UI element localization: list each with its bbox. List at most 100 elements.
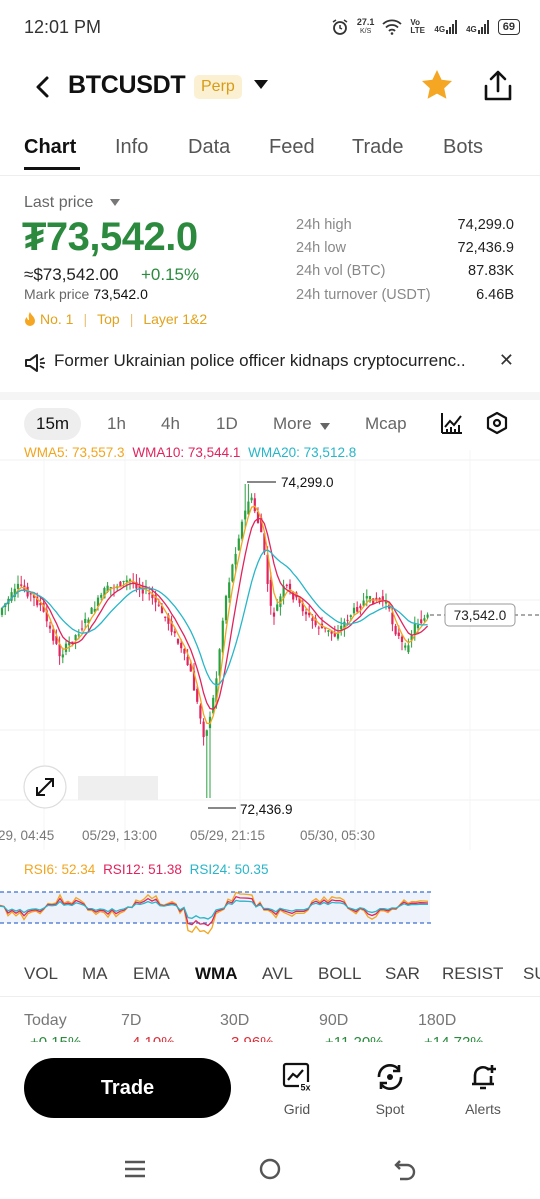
recents-icon[interactable] xyxy=(124,1158,146,1180)
spot-label: Spot xyxy=(375,1101,405,1117)
tab-trade[interactable]: Trade xyxy=(352,136,404,159)
news-ticker[interactable]: Former Ukrainian police officer kidnaps … xyxy=(24,350,520,376)
favorite-star-icon[interactable] xyxy=(420,68,454,102)
trade-button[interactable]: Trade xyxy=(24,1058,231,1118)
mark-price-value: 73,542.0 xyxy=(93,286,148,302)
indicator-resist[interactable]: RESIST xyxy=(442,964,503,984)
back-arrow-icon[interactable] xyxy=(28,72,58,102)
back-nav-icon[interactable] xyxy=(394,1157,416,1181)
wma-legend: WMA5: 73,557.3 WMA10: 73,544.1 WMA20: 73… xyxy=(24,445,356,460)
spot-swap-icon xyxy=(377,1064,403,1090)
candle-body xyxy=(20,584,23,586)
candle-body xyxy=(397,632,400,636)
x-axis-tick: 05/29, 21:15 xyxy=(190,828,265,843)
indicator-avl[interactable]: AVL xyxy=(262,964,293,984)
more-caret-icon[interactable] xyxy=(320,423,330,430)
active-tab-indicator xyxy=(24,167,80,170)
section-divider xyxy=(0,392,540,400)
wma10-line xyxy=(1,517,429,711)
tab-chart[interactable]: Chart xyxy=(24,136,76,159)
indicator-ma[interactable]: MA xyxy=(82,964,108,984)
main-tabs: Chart Info Data Feed Trade Bots xyxy=(0,132,540,174)
stat-24h-high-label: 24h high xyxy=(296,217,352,233)
battery-indicator: 69 xyxy=(497,19,520,35)
stat-24h-vol-value: 87.83K xyxy=(468,263,514,279)
indicator-sar[interactable]: SAR xyxy=(385,964,420,984)
rank-tag[interactable]: No. 1 xyxy=(24,311,73,327)
last-price-dropdown-icon[interactable] xyxy=(110,199,120,206)
candle-body xyxy=(400,636,404,642)
mark-price-label: Mark price xyxy=(24,286,90,302)
spot-button[interactable]: Spot xyxy=(355,1062,425,1117)
candle-body xyxy=(148,593,151,595)
candle-body xyxy=(407,645,410,653)
perf-label-180d: 180D xyxy=(418,1012,457,1029)
candle-body xyxy=(404,645,407,648)
indicator-su[interactable]: SU xyxy=(523,964,540,984)
indicator-ema[interactable]: EMA xyxy=(133,964,170,984)
candle-body xyxy=(317,627,320,629)
candle-body xyxy=(157,604,160,606)
candle-body xyxy=(272,612,276,617)
candle-body xyxy=(125,580,128,583)
tab-feed[interactable]: Feed xyxy=(269,136,315,159)
drawing-tools-icon[interactable] xyxy=(440,411,464,435)
tab-data[interactable]: Data xyxy=(188,136,230,159)
tab-bots[interactable]: Bots xyxy=(443,136,483,159)
candle-body xyxy=(52,629,55,641)
candle-body xyxy=(77,634,80,636)
indicator-boll[interactable]: BOLL xyxy=(318,964,361,984)
rank-tag-layer[interactable]: Layer 1&2 xyxy=(143,311,207,327)
interval-mcap[interactable]: Mcap xyxy=(365,414,407,434)
interval-1d[interactable]: 1D xyxy=(216,414,238,434)
news-text[interactable]: Former Ukrainian police officer kidnaps … xyxy=(54,351,466,371)
candle-body xyxy=(224,595,228,621)
system-nav-bar xyxy=(0,1140,540,1199)
perf-value-180d: +14.72% xyxy=(424,1034,484,1042)
symbol-dropdown-icon[interactable] xyxy=(254,80,268,89)
rsi6-value: RSI6: 52.34 xyxy=(24,862,96,877)
news-close-icon[interactable]: ✕ xyxy=(499,350,514,371)
wma20-line xyxy=(1,549,428,686)
pair-symbol[interactable]: BTCUSDT xyxy=(68,71,186,100)
wma5-line xyxy=(1,505,429,725)
mark-price: Mark price 73,542.0 xyxy=(24,286,148,302)
rsi-legend: RSI6: 52.34 RSI12: 51.38 RSI24: 50.35 xyxy=(24,862,268,877)
alerts-label: Alerts xyxy=(465,1101,501,1117)
candle-body xyxy=(164,616,167,618)
fire-icon xyxy=(25,312,35,326)
candle-body xyxy=(180,642,183,649)
interval-4h[interactable]: 4h xyxy=(161,414,180,434)
candle-body xyxy=(231,564,234,582)
grid-button[interactable]: 5x Grid xyxy=(262,1062,332,1117)
candle-body xyxy=(336,633,340,639)
price-chart[interactable]: 74,299.0 72,436.9 73,542.0 29, 04:45 05/29, … xyxy=(0,440,540,860)
home-icon[interactable] xyxy=(258,1157,282,1181)
perp-badge: Perp xyxy=(194,75,242,99)
last-price-label[interactable]: Last price xyxy=(24,194,93,212)
interval-1h[interactable]: 1h xyxy=(107,414,126,434)
tab-info[interactable]: Info xyxy=(115,136,148,159)
divider xyxy=(0,175,540,176)
rsi-chart xyxy=(0,891,432,935)
perf-value-today: +0.15% xyxy=(30,1034,81,1042)
candle-body xyxy=(346,619,349,621)
x-axis-tick: 05/29, 13:00 xyxy=(82,828,157,843)
status-bar: 12:01 PM 27.1 K/S Vo LTE 4G 4G 69 xyxy=(0,0,540,56)
settings-hex-icon[interactable] xyxy=(485,411,509,435)
x-axis-tick: 05/30, 05:30 xyxy=(300,828,375,843)
perf-value-90d: +11.20% xyxy=(325,1034,384,1042)
share-icon[interactable] xyxy=(480,68,516,104)
perf-value-7d: -4.10% xyxy=(127,1034,175,1042)
interval-more[interactable]: More xyxy=(273,414,312,434)
candle-body xyxy=(365,596,368,599)
rank-tag-top[interactable]: Top xyxy=(97,311,120,327)
alerts-button[interactable]: Alerts xyxy=(448,1062,518,1117)
signal-icon xyxy=(477,20,489,34)
indicator-vol[interactable]: VOL xyxy=(24,964,58,984)
candle-body xyxy=(186,657,189,666)
interval-15m[interactable]: 15m xyxy=(24,408,82,440)
perf-value-30d: -3.96% xyxy=(226,1034,274,1042)
candle-body xyxy=(413,623,416,634)
indicator-wma[interactable]: WMA xyxy=(195,964,237,984)
